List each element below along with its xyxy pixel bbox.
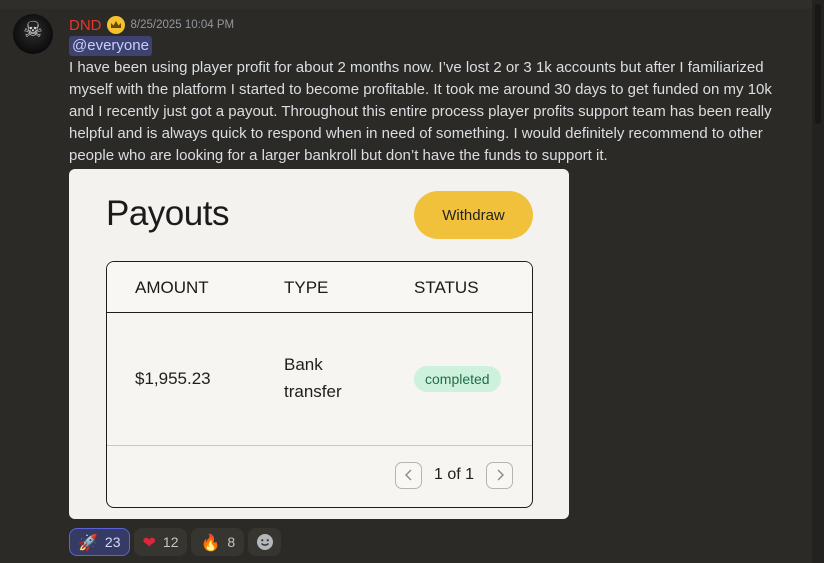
- column-header-type: TYPE: [284, 278, 329, 297]
- reaction-fire[interactable]: 🔥 8: [191, 528, 245, 556]
- type-cell-line2: transfer: [284, 382, 342, 401]
- status-badge: completed: [414, 366, 501, 392]
- type-cell-line1: Bank: [284, 355, 323, 374]
- heart-icon: ❤: [142, 532, 156, 552]
- reaction-bar: 🚀 23 ❤ 12 🔥 8: [69, 528, 282, 556]
- smiley-icon: [256, 534, 273, 550]
- reaction-count: 12: [162, 534, 179, 550]
- reaction-heart[interactable]: ❤ 12: [133, 528, 188, 556]
- prev-page-button[interactable]: [395, 461, 422, 489]
- withdraw-button[interactable]: Withdraw: [414, 191, 533, 239]
- reaction-count: 8: [227, 534, 236, 550]
- everyone-mention[interactable]: @everyone: [69, 36, 152, 56]
- amount-cell: $1,955.23: [135, 369, 211, 388]
- page-title: Payouts: [106, 194, 229, 233]
- chevron-left-icon: [404, 469, 411, 481]
- message-text: I have been using player profit for abou…: [69, 59, 772, 164]
- add-reaction-button[interactable]: [248, 528, 282, 556]
- message-header: DND 8/25/2025 10:04 PM: [69, 14, 234, 36]
- next-page-button[interactable]: [486, 461, 514, 489]
- rocket-icon: 🚀: [78, 532, 98, 552]
- reaction-rocket[interactable]: 🚀 23: [69, 528, 130, 556]
- timestamp[interactable]: 8/25/2025 10:04 PM: [131, 19, 235, 31]
- table-row: $1,955.23 Bank transfer completed: [107, 313, 532, 446]
- payouts-table: AMOUNT TYPE STATUS $1,955.23 Bank transf…: [106, 261, 533, 508]
- top-strip: [0, 0, 812, 9]
- pagination: 1 of 1: [395, 461, 514, 489]
- scrollbar[interactable]: [812, 0, 824, 563]
- author-name[interactable]: DND: [69, 17, 102, 34]
- page-indicator: 1 of 1: [434, 466, 475, 483]
- chevron-right-icon: [497, 469, 504, 481]
- avatar-image: ☠: [23, 18, 43, 43]
- table-header: AMOUNT TYPE STATUS: [107, 262, 532, 313]
- payout-screenshot[interactable]: Payouts Withdraw AMOUNT TYPE STATUS $1,9…: [69, 169, 569, 519]
- column-header-status: STATUS: [414, 278, 479, 297]
- avatar[interactable]: ☠: [13, 14, 53, 54]
- fire-icon: 🔥: [200, 532, 221, 552]
- column-header-amount: AMOUNT: [135, 278, 209, 297]
- reaction-count: 23: [104, 534, 121, 550]
- scrollbar-thumb[interactable]: [815, 4, 821, 124]
- crown-icon[interactable]: [106, 16, 125, 34]
